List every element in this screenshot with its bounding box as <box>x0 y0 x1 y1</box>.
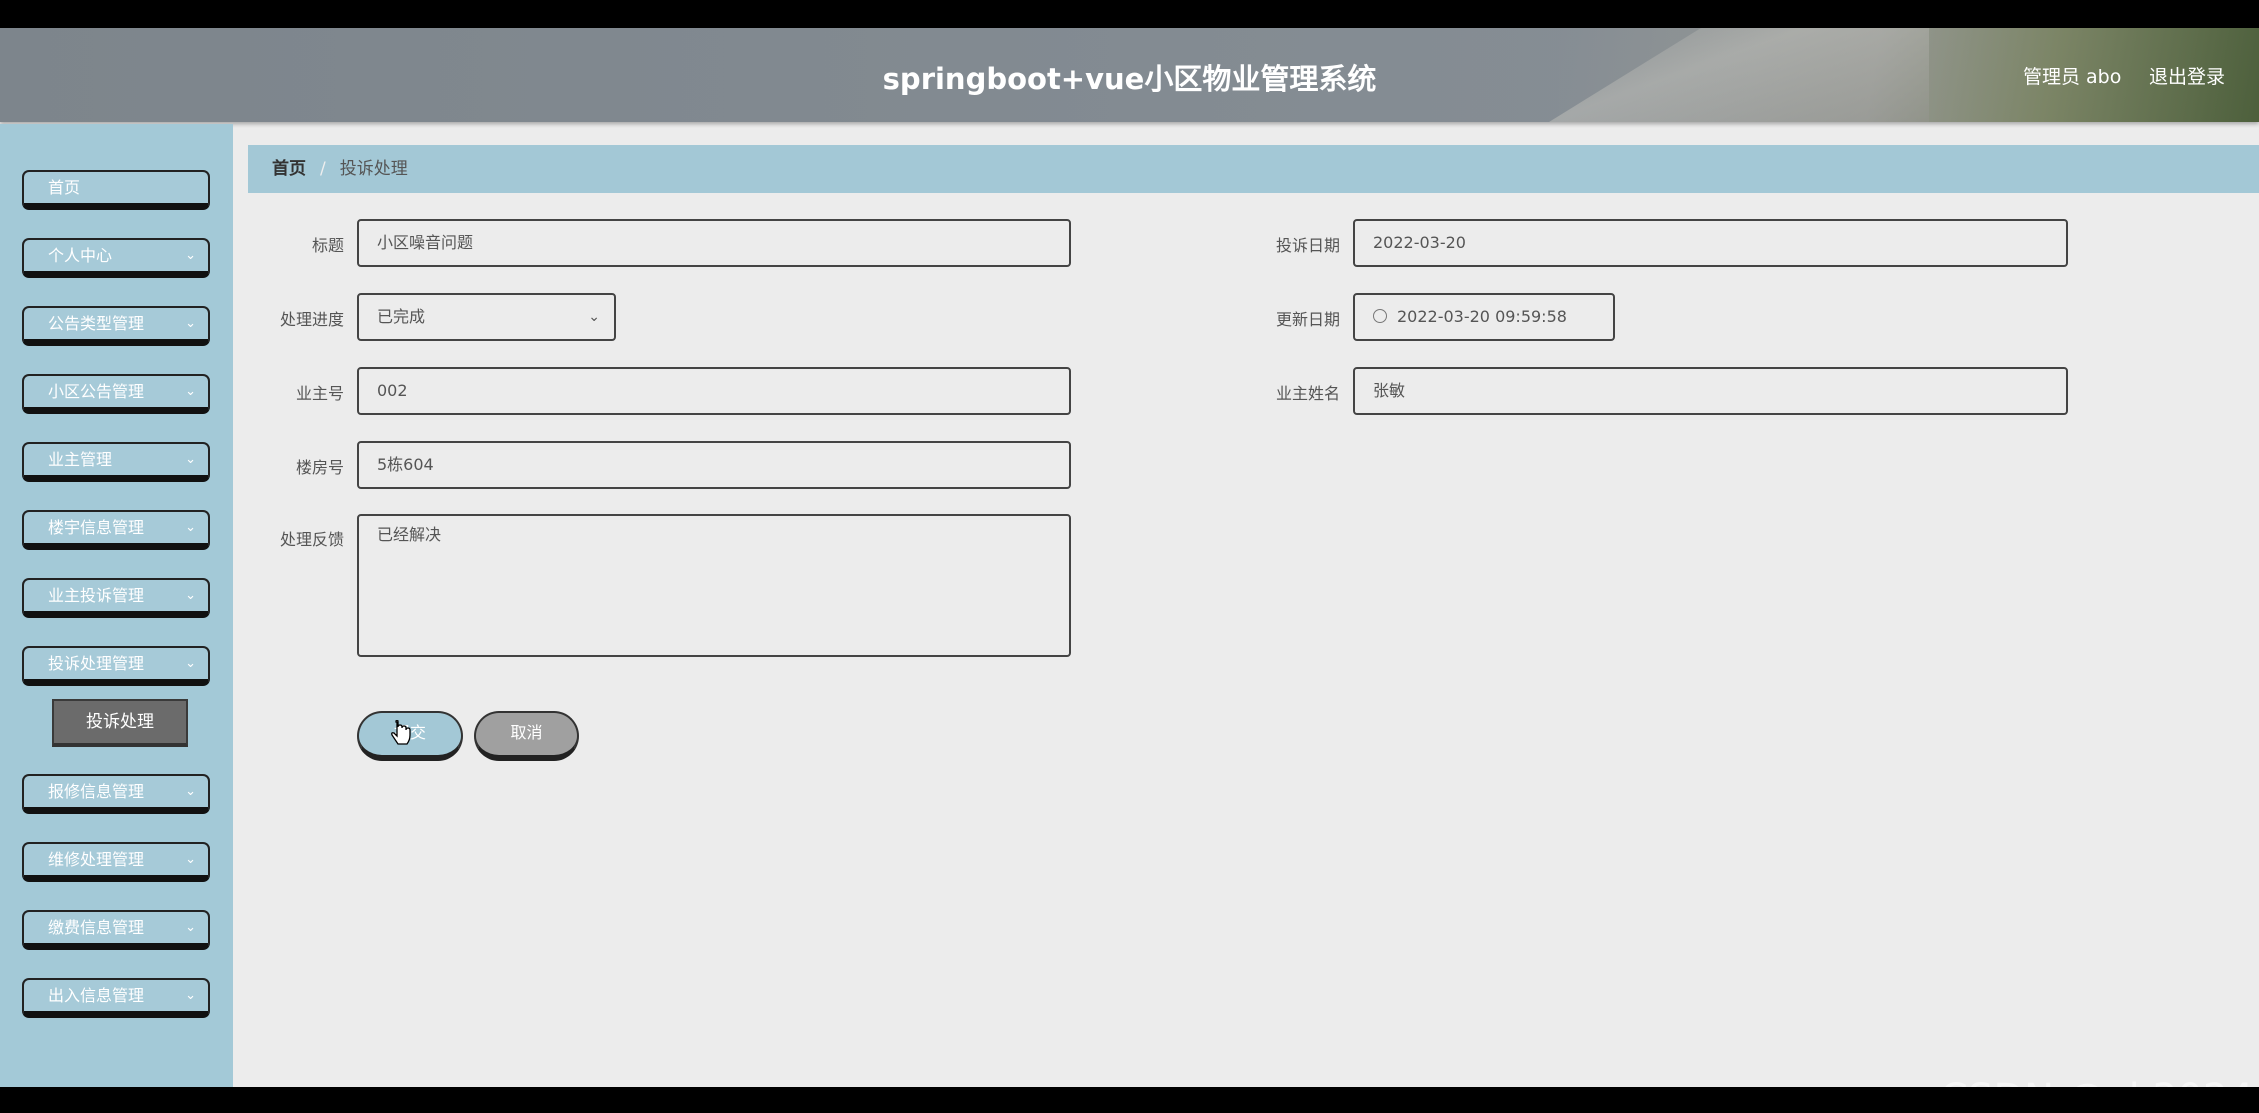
building-no-input[interactable]: 5栋604 <box>357 441 1071 489</box>
sidebar-item-owners[interactable]: 业主管理 ⌄ <box>22 442 210 482</box>
hand-cursor-icon <box>391 720 411 745</box>
current-user: 管理员 abo <box>2023 66 2122 88</box>
building-no-label: 楼房号 <box>295 458 344 477</box>
feedback-textarea[interactable]: 已经解决 <box>357 514 1071 657</box>
sidebar-item-label: 首页 <box>48 178 81 197</box>
sidebar-item-label: 业主投诉管理 <box>48 586 145 605</box>
chevron-down-icon: ⌄ <box>185 384 196 399</box>
sidebar-item-label: 业主管理 <box>48 450 113 469</box>
sidebar-item-label: 投诉处理管理 <box>48 654 145 673</box>
sidebar-subitem-complaint-handling[interactable]: 投诉处理 <box>52 699 188 747</box>
sidebar-item-label: 缴费信息管理 <box>48 918 145 937</box>
sidebar-item-label: 公告类型管理 <box>48 314 145 333</box>
update-date-value: 2022-03-20 09:59:58 <box>1397 307 1567 326</box>
logout-link[interactable]: 退出登录 <box>2149 62 2225 89</box>
owner-no-label: 业主号 <box>295 384 344 403</box>
breadcrumb-current: 投诉处理 <box>339 159 408 179</box>
chevron-down-icon: ⌄ <box>185 452 196 467</box>
feedback-label: 处理反馈 <box>279 530 344 549</box>
chevron-down-icon: ⌄ <box>588 309 600 325</box>
sidebar-item-profile[interactable]: 个人中心 ⌄ <box>22 238 210 278</box>
title-input[interactable]: 小区噪音问题 <box>357 219 1071 267</box>
sidebar-item-label: 小区公告管理 <box>48 382 145 401</box>
update-date-picker[interactable]: 2022-03-20 09:59:58 <box>1353 293 1615 341</box>
progress-label: 处理进度 <box>279 310 344 329</box>
chevron-down-icon: ⌄ <box>185 248 196 263</box>
app-screen: springboot+vue小区物业管理系统 管理员 abo 退出登录 首页 个… <box>0 28 2259 1087</box>
app-title: springboot+vue小区物业管理系统 <box>882 62 1377 96</box>
sidebar-item-notice-types[interactable]: 公告类型管理 ⌄ <box>22 306 210 346</box>
progress-select[interactable]: 已完成 ⌄ <box>357 293 616 341</box>
update-date-label: 更新日期 <box>1275 310 1340 329</box>
chevron-down-icon: ⌄ <box>185 852 196 867</box>
sidebar-item-notices[interactable]: 小区公告管理 ⌄ <box>22 374 210 414</box>
owner-no-input[interactable]: 002 <box>357 367 1071 415</box>
breadcrumb-separator: / <box>320 159 326 179</box>
sidebar-item-owner-complaints[interactable]: 业主投诉管理 ⌄ <box>22 578 210 618</box>
sidebar-item-buildings[interactable]: 楼宇信息管理 ⌄ <box>22 510 210 550</box>
sidebar-item-label: 报修信息管理 <box>48 782 145 801</box>
sidebar-item-home[interactable]: 首页 <box>22 170 210 210</box>
sidebar-item-complaint-handling[interactable]: 投诉处理管理 ⌄ <box>22 646 210 686</box>
chevron-down-icon: ⌄ <box>185 656 196 671</box>
sidebar-item-label: 楼宇信息管理 <box>48 518 145 537</box>
clock-icon <box>1373 309 1387 323</box>
sidebar-item-access[interactable]: 出入信息管理 ⌄ <box>22 978 210 1018</box>
sidebar-item-payments[interactable]: 缴费信息管理 ⌄ <box>22 910 210 950</box>
sidebar-item-maintenance[interactable]: 维修处理管理 ⌄ <box>22 842 210 882</box>
chevron-down-icon: ⌄ <box>185 920 196 935</box>
sidebar-item-repairs[interactable]: 报修信息管理 ⌄ <box>22 774 210 814</box>
sidebar-item-label: 个人中心 <box>48 246 113 265</box>
title-label: 标题 <box>311 236 344 255</box>
owner-name-input[interactable]: 张敏 <box>1353 367 2068 415</box>
csdn-watermark: CSDN @ck3024 <box>1940 1076 2254 1087</box>
sidebar-item-label: 维修处理管理 <box>48 850 145 869</box>
cancel-button[interactable]: 取消 <box>474 711 579 761</box>
breadcrumb-home[interactable]: 首页 <box>272 159 306 179</box>
chevron-down-icon: ⌄ <box>185 520 196 535</box>
chevron-down-icon: ⌄ <box>185 784 196 799</box>
owner-name-label: 业主姓名 <box>1275 384 1340 403</box>
progress-value: 已完成 <box>377 307 426 326</box>
sidebar-item-label: 出入信息管理 <box>48 986 145 1005</box>
chevron-down-icon: ⌄ <box>185 588 196 603</box>
chevron-down-icon: ⌄ <box>185 988 196 1003</box>
top-header: springboot+vue小区物业管理系统 管理员 abo 退出登录 <box>0 28 2259 122</box>
chevron-down-icon: ⌄ <box>185 316 196 331</box>
complaint-date-label: 投诉日期 <box>1275 236 1340 255</box>
complaint-date-input[interactable]: 2022-03-20 <box>1353 219 2068 267</box>
breadcrumb: 首页 / 投诉处理 <box>248 145 2259 193</box>
